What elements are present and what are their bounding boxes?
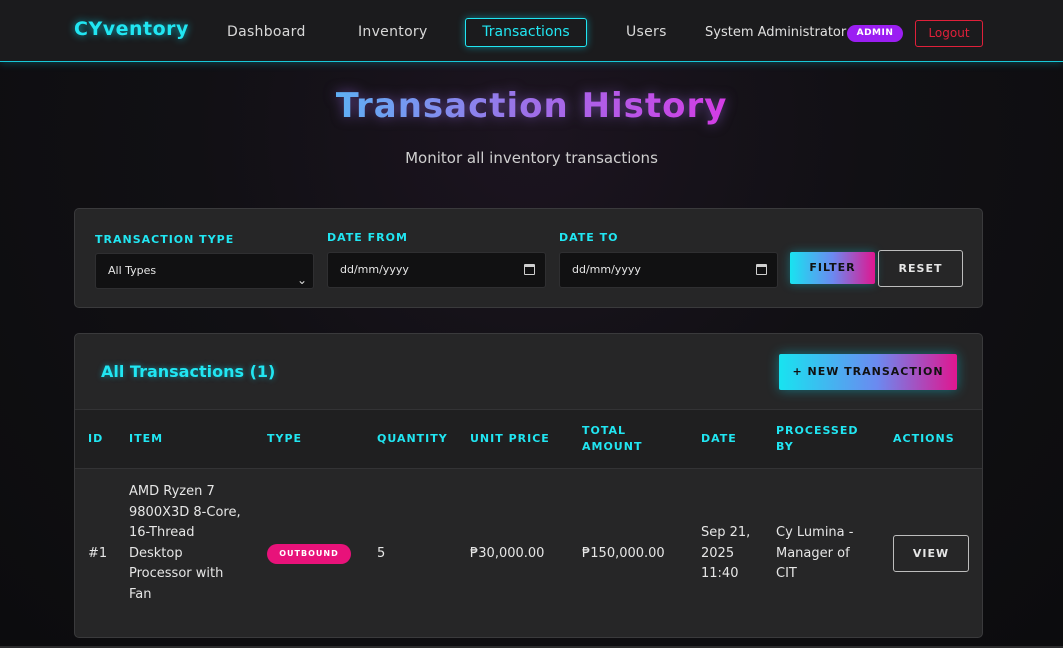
column-header-processed-by[interactable]: PROCESSED BY: [776, 423, 866, 455]
calendar-icon[interactable]: [756, 264, 767, 275]
brand-logo[interactable]: CYventory: [74, 18, 189, 40]
transaction-unit-price: ₱30,000.00: [470, 546, 545, 561]
reset-button[interactable]: RESET: [878, 250, 963, 287]
type-badge: OUTBOUND: [267, 544, 351, 564]
transaction-id: #1: [88, 546, 108, 561]
date-from-label: DATE FROM: [327, 231, 408, 244]
date-to-label: DATE TO: [559, 231, 619, 244]
role-badge: ADMIN: [847, 25, 903, 42]
column-header-date[interactable]: DATE: [701, 431, 737, 447]
top-navbar: CYventory Dashboard Inventory Transactio…: [0, 0, 1063, 62]
transaction-date: Sep 21, 2025 11:40: [701, 525, 751, 581]
nav-transactions[interactable]: Transactions: [465, 18, 587, 47]
column-header-actions: ACTIONS: [893, 432, 955, 445]
page-title-wrap: Transaction History: [0, 86, 1063, 126]
nav-dashboard[interactable]: Dashboard: [227, 24, 306, 40]
table-row[interactable]: #1 AMD Ryzen 7 9800X3D 8-Core, 16-Thread…: [75, 470, 982, 637]
date-from-placeholder: dd/mm/yyyy: [340, 263, 409, 276]
date-from-input[interactable]: dd/mm/yyyy: [327, 252, 546, 288]
current-user-name: System Administrator: [705, 25, 847, 40]
chevron-down-icon: ⌄: [296, 273, 307, 287]
filter-panel: TRANSACTION TYPE All Types ⌄ DATE FROM d…: [74, 208, 983, 308]
date-to-placeholder: dd/mm/yyyy: [572, 263, 641, 276]
transaction-item: AMD Ryzen 7 9800X3D 8-Core, 16-Thread De…: [129, 484, 241, 602]
transaction-type-value: All Types: [108, 264, 157, 277]
column-header-item[interactable]: ITEM: [129, 431, 163, 447]
transaction-total-amount: ₱150,000.00: [582, 546, 665, 561]
page-title: Transaction History: [335, 86, 728, 126]
filter-button[interactable]: FILTER: [790, 252, 875, 284]
column-header-quantity[interactable]: QUANTITY: [377, 431, 448, 447]
transaction-quantity: 5: [377, 546, 386, 561]
transactions-panel: All Transactions (1) + NEW TRANSACTION I…: [74, 333, 983, 638]
table-header: ID ITEM TYPE QUANTITY UNIT PRICE TOTAL A…: [75, 409, 982, 469]
logout-button[interactable]: Logout: [915, 20, 983, 47]
nav-users[interactable]: Users: [626, 24, 667, 40]
column-header-type[interactable]: TYPE: [267, 431, 302, 447]
column-header-total-amount[interactable]: TOTAL AMOUNT: [582, 423, 652, 455]
nav-inventory[interactable]: Inventory: [358, 24, 428, 40]
column-header-unit-price[interactable]: UNIT PRICE: [470, 431, 550, 447]
transaction-type-select[interactable]: All Types ⌄: [95, 253, 314, 289]
view-button[interactable]: VIEW: [893, 535, 969, 572]
page-subtitle: Monitor all inventory transactions: [405, 149, 658, 167]
transactions-title: All Transactions (1): [101, 362, 276, 381]
transaction-processed-by: Cy Lumina - Manager of CIT: [776, 525, 854, 581]
column-header-id[interactable]: ID: [88, 431, 103, 447]
transaction-type-label: TRANSACTION TYPE: [95, 233, 235, 246]
calendar-icon[interactable]: [524, 264, 535, 275]
new-transaction-button[interactable]: + NEW TRANSACTION: [779, 354, 957, 390]
date-to-input[interactable]: dd/mm/yyyy: [559, 252, 778, 288]
